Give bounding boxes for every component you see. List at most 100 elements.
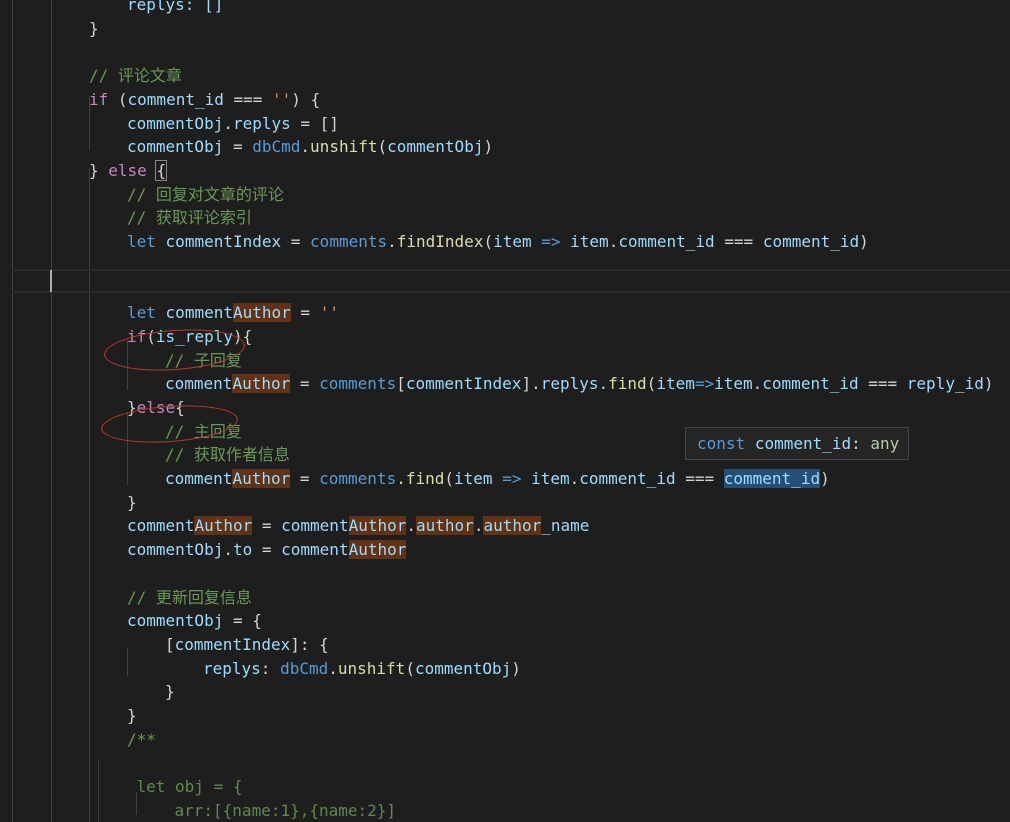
code-token: item <box>714 374 753 394</box>
code-token: item <box>531 469 570 488</box>
code-token: replys <box>232 113 291 133</box>
code-token: [ <box>396 374 406 394</box>
code-line[interactable]: let commentIndex = comments.findIndex(it… <box>0 230 1010 254</box>
code-token: Author <box>232 374 291 394</box>
tooltip-keyword: const <box>697 434 746 453</box>
code-line[interactable]: commentObj = dbCmd.unshift(commentObj) <box>0 135 1010 159</box>
code-token: ( <box>377 137 388 157</box>
code-token: . <box>300 137 311 157</box>
code-token: '' <box>319 303 339 323</box>
code-token: commentObj <box>414 658 512 678</box>
tooltip-type: any <box>870 434 900 453</box>
code-token: item <box>454 469 493 488</box>
code-token: } <box>89 18 99 38</box>
code-token: . <box>569 469 580 488</box>
code-line[interactable]: [commentIndex]: { <box>0 633 1010 657</box>
code-token: _name <box>541 516 590 536</box>
code-token: item <box>656 374 695 394</box>
code-token: : <box>260 658 281 678</box>
code-token: // 回复对文章的评论 <box>127 184 284 204</box>
code-token: comment_id <box>579 469 676 488</box>
code-line[interactable]: commentObj.to = commentAuthor <box>0 538 1010 562</box>
code-token: => <box>694 374 715 394</box>
code-line[interactable]: arr:[{name:1},{name:2}] <box>0 799 1010 822</box>
code-line[interactable]: /** <box>0 728 1010 752</box>
code-token: comments <box>319 374 397 394</box>
code-line[interactable]: // 更新回复信息 <box>0 586 1010 610</box>
code-line[interactable]: let obj = { <box>0 775 1010 799</box>
code-token: = [] <box>290 113 339 133</box>
code-token: to <box>232 540 253 560</box>
code-token: . <box>608 232 619 251</box>
code-token: find <box>608 374 647 394</box>
code-token: commentObj <box>127 540 224 560</box>
code-token: ) <box>483 137 494 157</box>
code-token: ( <box>646 374 657 394</box>
code-token: // 获取作者信息 <box>165 445 290 465</box>
code-token: let <box>127 232 156 251</box>
code-line[interactable]: if (comment_id === '') { <box>0 88 1010 112</box>
code-line[interactable]: } else { <box>0 159 1010 183</box>
code-token: comment <box>165 374 233 394</box>
code-editor[interactable]: replys: []} // 评论文章 if (comment_id === '')… <box>0 0 1010 822</box>
code-line[interactable]: commentObj = { <box>0 609 1010 633</box>
code-token: comment_id <box>618 232 715 251</box>
code-token: => <box>531 232 571 251</box>
code-token: Author <box>348 540 407 560</box>
code-token: === <box>858 374 907 394</box>
code-token: . <box>223 113 233 133</box>
code-line[interactable]: } <box>0 17 1010 41</box>
code-token: '' <box>272 89 292 109</box>
code-line[interactable] <box>0 277 1010 301</box>
code-line[interactable]: } <box>0 680 1010 704</box>
code-token: // 获取评论索引 <box>127 208 252 228</box>
code-line[interactable]: } <box>0 704 1010 728</box>
code-token: // 评论文章 <box>89 66 182 86</box>
code-line[interactable]: commentAuthor = commentAuthor.author.aut… <box>0 514 1010 538</box>
code-token: unshift <box>310 137 378 157</box>
code-line[interactable]: // 获取评论索引 <box>0 206 1010 230</box>
code-token: find <box>405 469 445 488</box>
code-line[interactable]: commentObj.replys = [] <box>0 112 1010 136</box>
code-line[interactable] <box>0 562 1010 586</box>
code-line[interactable] <box>0 40 1010 64</box>
text-cursor <box>50 270 52 292</box>
code-token: replys <box>540 374 599 394</box>
code-token: = <box>290 303 320 323</box>
hover-tooltip: const comment_id: any <box>685 427 909 460</box>
code-token: . <box>328 658 338 678</box>
code-token: ]: { <box>290 634 329 654</box>
code-line[interactable] <box>0 254 1010 278</box>
code-token: Author <box>232 469 291 488</box>
code-token: } <box>89 160 109 180</box>
code-token: comment <box>127 516 195 536</box>
code-line[interactable]: // 回复对文章的评论 <box>0 183 1010 207</box>
code-token: comments <box>310 232 388 251</box>
code-line[interactable]: commentAuthor = comments[commentIndex].r… <box>0 372 1010 396</box>
code-token: replys: [] <box>127 0 224 14</box>
code-token: === <box>714 232 763 251</box>
code-token: /** <box>127 729 156 749</box>
code-line[interactable]: } <box>0 491 1010 515</box>
code-line[interactable]: // 评论文章 <box>0 64 1010 88</box>
code-line[interactable]: replys: dbCmd.unshift(commentObj) <box>0 657 1010 681</box>
code-token: author <box>416 516 474 536</box>
code-token: === <box>223 89 273 109</box>
code-token: } <box>165 682 175 702</box>
code-token: Author <box>348 516 407 536</box>
code-token: = <box>290 374 320 394</box>
code-line[interactable] <box>0 751 1010 775</box>
code-token: comment <box>165 469 233 488</box>
code-token: [ <box>165 634 175 654</box>
code-token: comment <box>281 540 349 560</box>
code-token: commentIndex <box>174 634 291 654</box>
code-token: } <box>127 492 137 512</box>
code-token: comment_id <box>127 89 224 109</box>
code-token: { <box>155 159 168 181</box>
code-line[interactable]: let commentAuthor = '' <box>0 301 1010 325</box>
code-line[interactable]: commentAuthor = comments.find(item => it… <box>0 467 1010 491</box>
code-line[interactable]: replys: [] <box>0 0 1010 17</box>
